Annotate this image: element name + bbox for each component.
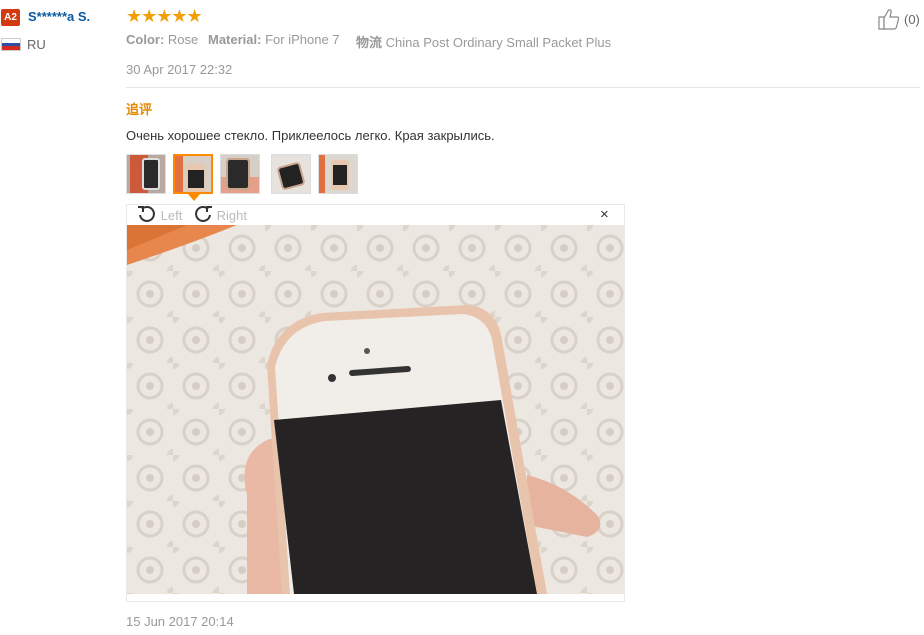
- review-photo[interactable]: [127, 225, 625, 594]
- divider: [126, 87, 920, 88]
- review-thumbnail-2[interactable]: [173, 154, 213, 194]
- close-viewer-button[interactable]: ×: [600, 207, 609, 223]
- review-thumbnail-1[interactable]: [126, 154, 166, 194]
- rotate-left-button[interactable]: Left: [137, 204, 182, 224]
- shipping-attribute: 物流 China Post Ordinary Small Packet Plus: [356, 32, 611, 51]
- rotate-right-button[interactable]: Right: [193, 204, 247, 224]
- buyer-country: RU: [27, 37, 46, 52]
- shipping-value: China Post Ordinary Small Packet Plus: [385, 35, 612, 50]
- thumbs-up-icon[interactable]: [877, 8, 901, 35]
- material-label: Material:: [208, 32, 262, 47]
- rotate-right-label: Right: [216, 208, 247, 223]
- color-attribute: Color: Rose: [126, 32, 198, 47]
- helpful-count: (0): [904, 12, 920, 27]
- review-thumbnail-5[interactable]: [318, 154, 358, 194]
- review-thumbnail-3[interactable]: [220, 154, 260, 194]
- material-attribute: Material: For iPhone 7: [208, 32, 340, 47]
- star-rating: ★★★★★: [126, 6, 203, 26]
- buyer-name[interactable]: S******a S.: [28, 9, 90, 24]
- review-thumbnail-4[interactable]: [271, 154, 311, 194]
- followup-heading: 追评: [126, 102, 153, 117]
- rotate-left-icon: [138, 206, 155, 222]
- russia-flag-icon: [1, 38, 21, 51]
- review-date: 30 Apr 2017 22:32: [126, 62, 233, 77]
- color-value: Rose: [167, 32, 199, 47]
- buyer-level-badge: A2: [1, 9, 20, 26]
- rotate-left-label: Left: [160, 208, 183, 223]
- shipping-label: 物流: [356, 35, 383, 50]
- followup-text: Очень хорошее стекло. Приклеелось легко.…: [126, 128, 495, 143]
- color-label: Color:: [126, 32, 165, 47]
- material-value: For iPhone 7: [265, 32, 340, 47]
- rotate-right-icon: [195, 206, 212, 222]
- active-thumbnail-pointer: [188, 194, 200, 201]
- followup-date: 15 Jun 2017 20:14: [126, 614, 234, 629]
